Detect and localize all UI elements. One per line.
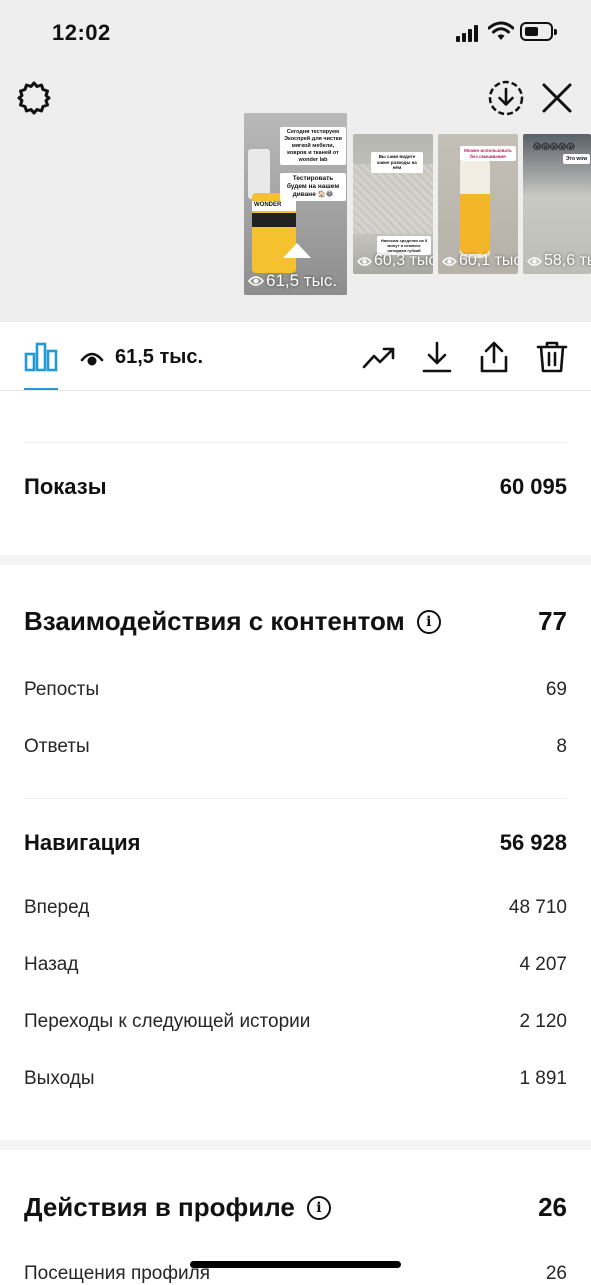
story-caption: Вы сами видите какие разводы на нём <box>371 152 423 173</box>
status-bar: 12:02 <box>0 0 591 64</box>
share-icon[interactable] <box>477 340 511 374</box>
bar-chart-icon[interactable] <box>24 342 58 372</box>
insights-toolbar: 61,5 тыс. <box>0 322 591 391</box>
download-icon[interactable] <box>420 340 454 374</box>
story-caption: Сегодня тестируем Экоспрей для чистки мя… <box>280 127 346 166</box>
section-separator <box>0 1140 591 1150</box>
eye-icon <box>248 276 264 286</box>
story-brand: WONDER <box>254 202 282 208</box>
story-caption: Тестировать будем на нашем диване 🏠😂 <box>280 173 346 202</box>
exits-row: Выходы 1 891 <box>24 1068 567 1089</box>
story-thumbnail[interactable]: Вы сами видите какие разводы на нём Нано… <box>353 134 433 274</box>
story-views: 60,3 тыс. <box>357 252 433 270</box>
trending-up-icon[interactable] <box>362 340 396 374</box>
back-row: Назад 4 207 <box>24 954 567 975</box>
trash-icon[interactable] <box>535 340 569 374</box>
cellular-signal-icon <box>456 24 482 42</box>
story-thumbnail[interactable]: Можно использовать без смачивания 60,1 т… <box>438 134 518 274</box>
story-thumbnail[interactable]: 😱😱😱😱😱 Это wow 58,6 тыс. <box>523 134 591 274</box>
story-caption: 😱😱😱😱😱 <box>533 142 575 151</box>
eye-icon <box>357 256 372 266</box>
info-icon[interactable]: i <box>306 1195 331 1220</box>
home-indicator[interactable] <box>190 1261 401 1268</box>
wifi-icon <box>488 21 514 40</box>
forward-row: Вперед 48 710 <box>24 897 567 918</box>
section-separator <box>0 555 591 565</box>
eye-icon <box>527 256 542 266</box>
story-caption: Можно использовать без смачивания <box>460 146 516 162</box>
info-icon[interactable]: i <box>416 609 441 634</box>
story-views: 58,6 тыс. <box>527 252 591 270</box>
interactions-header: Взаимодействия с контентом i 77 <box>24 606 567 636</box>
story-strip: WONDER Сегодня тестируем Экоспрей для чи… <box>0 64 591 322</box>
impressions-row: Показы 60 095 <box>24 474 567 499</box>
status-time: 12:02 <box>52 20 111 45</box>
download-circle-icon[interactable] <box>487 79 525 117</box>
divider <box>24 798 567 799</box>
profile-activity-header: Действия в профиле i 26 <box>24 1192 567 1222</box>
reposts-row: Репосты 69 <box>24 679 567 700</box>
story-thumbnail[interactable]: WONDER Сегодня тестируем Экоспрей для чи… <box>244 113 347 295</box>
eye-icon <box>442 256 457 266</box>
divider <box>24 442 567 443</box>
story-views: 61,5 тыс. <box>248 271 337 291</box>
selected-pointer <box>283 243 311 258</box>
eye-icon <box>80 352 104 366</box>
story-caption: Это wow <box>563 154 591 165</box>
close-icon[interactable] <box>540 81 574 115</box>
battery-icon <box>520 22 557 41</box>
replies-row: Ответы 8 <box>24 736 567 757</box>
toolbar-views-count: 61,5 тыс. <box>115 346 204 368</box>
story-views: 60,1 тыс. <box>442 252 518 270</box>
navigation-header: Навигация 56 928 <box>24 830 567 855</box>
gear-icon[interactable] <box>16 80 52 116</box>
active-tab-indicator <box>24 388 58 390</box>
next-story-row: Переходы к следующей истории 2 120 <box>24 1011 567 1032</box>
